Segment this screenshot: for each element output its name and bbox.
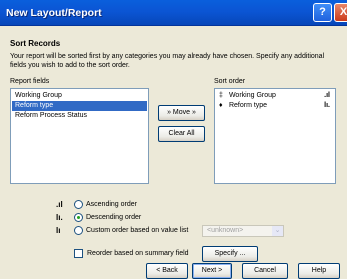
list-item-label: Working Group [15, 92, 62, 99]
drag-handle-icon: ♦ [219, 102, 223, 109]
sort-order-list[interactable]: ‡ Working Group .ıl ♦ Reform type lı. [214, 88, 336, 184]
radio-selected-dot [77, 216, 80, 219]
combo-value: <unknown> [207, 227, 244, 234]
window-title: New Layout/Report [6, 7, 102, 19]
list-item[interactable]: ‡ Working Group .ıl [216, 91, 334, 101]
list-item[interactable]: ♦ Reform type lı. [216, 101, 334, 111]
list-item[interactable]: Reform Process Status [12, 111, 147, 121]
next-button[interactable]: Next > [192, 263, 232, 279]
list-item[interactable]: Working Group [12, 91, 147, 101]
title-bar[interactable]: New Layout/Report ? X [0, 0, 347, 26]
report-fields-list[interactable]: Working Group Reform type Reform Process… [10, 88, 149, 184]
dialog-body: Sort Records Your report will be sorted … [0, 26, 347, 279]
cancel-button[interactable]: Cancel [242, 263, 288, 279]
ascending-radio[interactable] [74, 200, 83, 209]
descending-radio[interactable] [74, 213, 83, 222]
descending-sort-icon: lı. [324, 102, 330, 109]
lock-icon: ‡ [219, 92, 223, 99]
sort-order-label: Sort order [214, 78, 246, 85]
list-item-selected[interactable]: Reform type [12, 101, 147, 111]
descending-label[interactable]: Descending order [86, 214, 141, 221]
value-list-combo[interactable]: <unknown> ⌄ [202, 225, 284, 237]
back-button[interactable]: < Back [146, 263, 188, 279]
custom-order-radio[interactable] [74, 226, 83, 235]
help-icon[interactable]: ? [313, 3, 332, 22]
close-icon[interactable]: X [334, 3, 347, 22]
descending-sort-icon: lı. [56, 213, 63, 222]
report-fields-label: Report fields [10, 78, 50, 85]
help-button[interactable]: Help [298, 263, 340, 279]
move-button[interactable]: » Move » [158, 105, 205, 121]
section-description: Your report will be sorted first by any … [10, 53, 325, 69]
list-item-label: Reform type [228, 102, 268, 109]
list-item-label: Reform Process Status [15, 112, 87, 119]
clear-all-button[interactable]: Clear All [158, 126, 205, 142]
reorder-checkbox[interactable] [74, 249, 83, 258]
reorder-label[interactable]: Reorder based on summary field [87, 250, 189, 257]
specify-button[interactable]: Specify ... [202, 246, 258, 262]
chevron-down-icon[interactable]: ⌄ [272, 226, 283, 236]
ascending-label[interactable]: Ascending order [86, 201, 137, 208]
custom-sort-icon: lı [56, 226, 61, 235]
list-item-label: Reform type [15, 102, 54, 109]
ascending-sort-icon: .ıl [324, 92, 330, 99]
list-item-label: Working Group [228, 92, 276, 99]
custom-order-label[interactable]: Custom order based on value list [86, 227, 188, 234]
ascending-sort-icon: .ıl [56, 200, 63, 209]
section-heading: Sort Records [10, 39, 61, 48]
